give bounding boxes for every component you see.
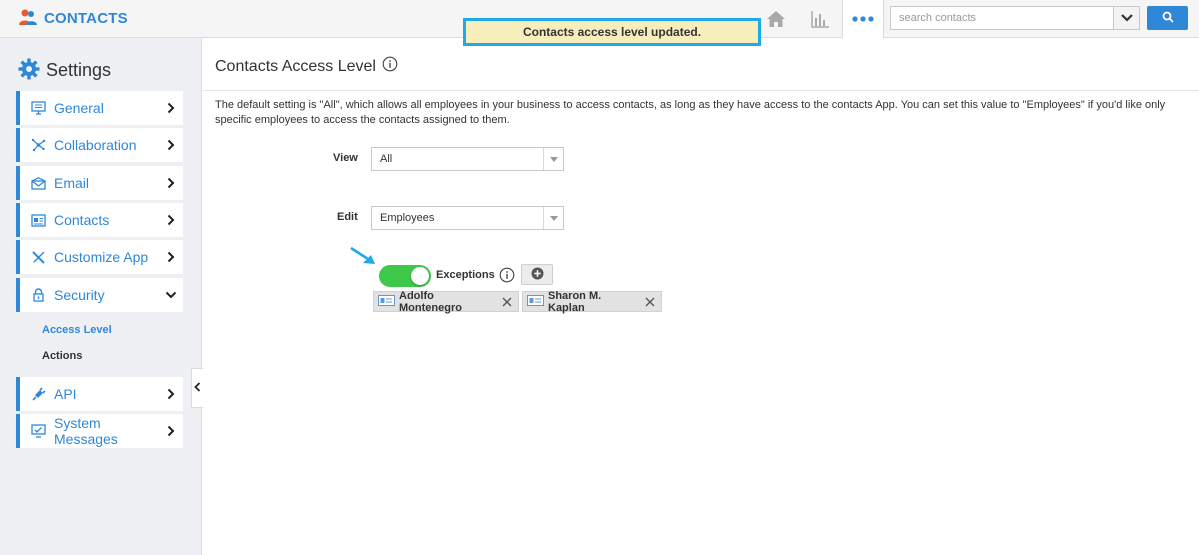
edit-select[interactable]: Employees xyxy=(371,206,564,230)
main-content: Contacts Access Level The default settin… xyxy=(203,38,1199,555)
envelope-icon xyxy=(30,175,46,191)
sidebar-item-label: Collaboration xyxy=(54,137,137,153)
monitor-icon xyxy=(30,100,46,116)
chevron-down-icon xyxy=(1120,11,1133,25)
exception-chip-name: Sharon M. Kaplan xyxy=(548,289,602,314)
sidebar-subitem-access-level[interactable]: Access Level xyxy=(42,324,112,336)
sidebar-item-label: API xyxy=(54,386,77,402)
search-box xyxy=(890,6,1140,30)
app-brand[interactable]: CONTACTS xyxy=(18,8,128,29)
chevron-down-icon xyxy=(543,148,563,170)
view-label: View xyxy=(333,152,358,164)
exception-chip: Adolfo Montenegro xyxy=(373,289,519,314)
contacts-logo-icon xyxy=(18,8,38,29)
info-icon[interactable] xyxy=(382,56,398,77)
sidebar-item-label: System Messages xyxy=(54,415,118,447)
sidebar-item-system-messages[interactable]: System Messages xyxy=(16,414,183,448)
settings-title: Settings xyxy=(46,60,112,80)
gear-icon xyxy=(18,58,40,83)
sidebar-item-api[interactable]: API xyxy=(16,377,183,411)
info-icon[interactable] xyxy=(499,267,515,286)
collaboration-icon xyxy=(30,137,46,153)
edit-label: Edit xyxy=(337,211,358,223)
tools-icon xyxy=(30,249,46,265)
chevron-right-icon xyxy=(163,139,179,151)
sidebar-item-security[interactable]: Security xyxy=(16,278,183,312)
exception-chip: Sharon M. Kaplan xyxy=(522,289,662,314)
toggle-knob xyxy=(411,267,429,285)
exceptions-label: Exceptions xyxy=(436,269,495,281)
page-title: Contacts Access Level xyxy=(215,56,398,77)
chevron-right-icon xyxy=(163,177,179,189)
sidebar-item-label: Contacts xyxy=(54,212,110,228)
settings-header: Settings xyxy=(18,58,111,83)
title-divider xyxy=(203,90,1199,91)
search-dropdown-button[interactable] xyxy=(1113,7,1139,29)
sidebar-item-collaboration[interactable]: Collaboration xyxy=(16,128,183,162)
plus-circle-icon xyxy=(531,267,544,283)
view-select[interactable]: All xyxy=(371,147,564,171)
chevron-right-icon xyxy=(163,425,179,437)
message-icon xyxy=(30,423,46,439)
chevron-down-icon xyxy=(163,291,179,299)
chevron-left-icon xyxy=(194,381,201,395)
chevron-right-icon xyxy=(163,388,179,400)
chevron-right-icon xyxy=(163,251,179,263)
close-icon[interactable] xyxy=(643,295,657,309)
contact-card-icon xyxy=(378,294,395,309)
toast-message: Contacts access level updated. xyxy=(522,25,702,39)
settings-sidebar: Settings General Collaboration Email Con… xyxy=(0,38,203,555)
contact-card-icon xyxy=(30,212,46,228)
sidebar-item-label: Security xyxy=(54,287,105,303)
view-select-value: All xyxy=(380,153,393,165)
more-icon[interactable] xyxy=(842,0,884,38)
sidebar-collapse-button[interactable] xyxy=(191,368,203,408)
status-toast: Contacts access level updated. xyxy=(463,18,761,46)
sidebar-item-email[interactable]: Email xyxy=(16,166,183,200)
exceptions-toggle[interactable] xyxy=(379,265,431,287)
chevron-right-icon xyxy=(163,102,179,114)
pointer-arrow-icon xyxy=(349,245,379,270)
description-text: The default setting is "All", which allo… xyxy=(215,99,1166,126)
app-title: CONTACTS xyxy=(44,10,128,27)
chart-icon[interactable] xyxy=(806,0,834,37)
lock-icon xyxy=(30,287,46,303)
sidebar-item-label: Customize App xyxy=(54,249,149,265)
sidebar-item-label: Email xyxy=(54,175,90,191)
plug-icon xyxy=(30,386,46,402)
sidebar-item-label: General xyxy=(54,100,104,116)
search-button[interactable] xyxy=(1147,6,1188,30)
chevron-down-icon xyxy=(543,207,563,229)
home-icon[interactable] xyxy=(762,0,790,37)
sidebar-item-general[interactable]: General xyxy=(16,91,183,125)
exception-chip-name: Adolfo Montenegro xyxy=(399,289,462,314)
contact-card-icon xyxy=(527,294,544,309)
sidebar-item-contacts[interactable]: Contacts xyxy=(16,203,183,237)
sidebar-subitem-actions[interactable]: Actions xyxy=(42,350,82,362)
search-input[interactable] xyxy=(891,7,1113,29)
close-icon[interactable] xyxy=(500,295,514,309)
add-exception-button[interactable] xyxy=(521,264,553,285)
edit-select-value: Employees xyxy=(380,212,435,224)
page-title-text: Contacts Access Level xyxy=(215,57,376,75)
sidebar-item-customize-app[interactable]: Customize App xyxy=(16,240,183,274)
search-icon xyxy=(1162,11,1174,26)
chevron-right-icon xyxy=(163,214,179,226)
